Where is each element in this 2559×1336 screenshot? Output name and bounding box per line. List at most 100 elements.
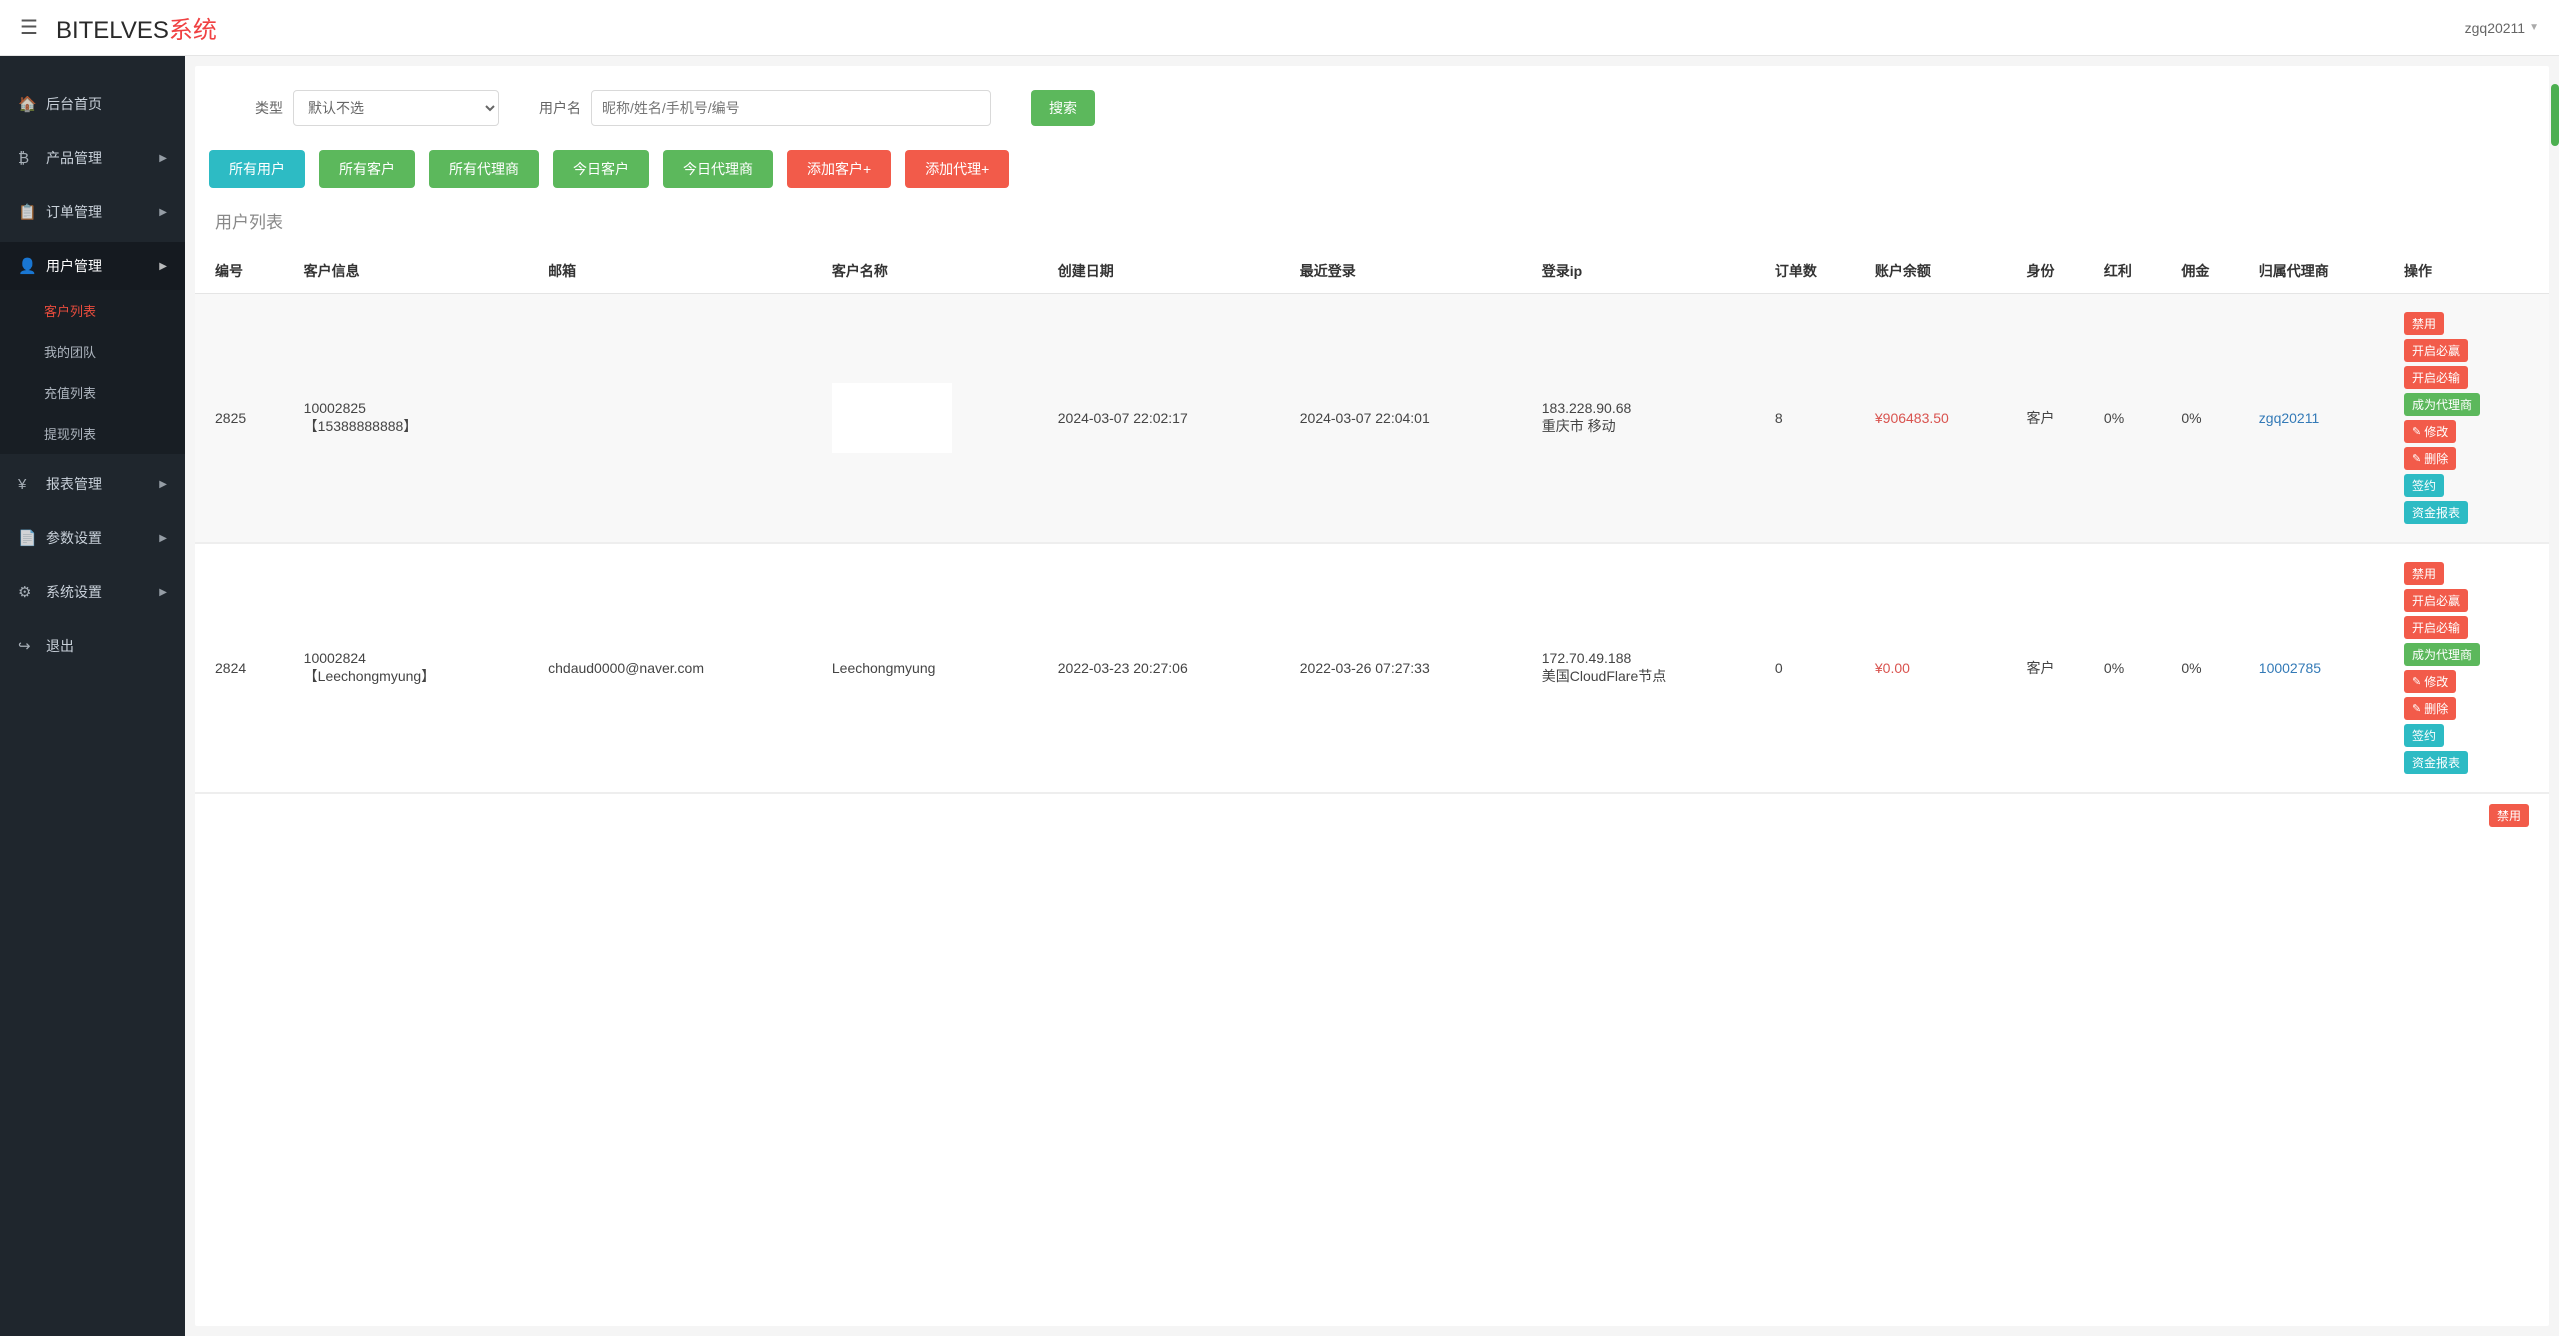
top-header: ☰ BITELVES系统 zgq20211 ▼ [0, 0, 2559, 56]
type-select[interactable]: 默认不选 [293, 90, 499, 126]
sidebar-sub-item[interactable]: 我的团队 [0, 331, 185, 372]
filter-bar: 类型 默认不选 用户名 搜索 [195, 90, 2549, 150]
role-cell: 客户 [2016, 294, 2093, 544]
sidebar-icon: ¥ [18, 476, 36, 493]
op-disable-button[interactable]: 禁用 [2404, 312, 2444, 335]
op-funds-report-button[interactable]: 资金报表 [2404, 751, 2468, 774]
chevron-right-icon: ▶ [159, 207, 167, 218]
pencil-icon: ✎ [2412, 675, 2421, 688]
table-row: 282410002824 【Leechongmyung】chdaud0000@n… [195, 543, 2549, 793]
sidebar-item[interactable]: ⚙ 系统设置 ▶ [0, 568, 185, 616]
sidebar-label: 报表管理 [46, 474, 102, 494]
balance-cell: ¥0.00 [1865, 543, 2017, 793]
role-cell: 客户 [2016, 543, 2093, 793]
sidebar-label: 用户管理 [46, 256, 102, 276]
all-agents-button[interactable]: 所有代理商 [429, 150, 539, 188]
th-email: 邮箱 [538, 249, 822, 294]
user-menu[interactable]: zgq20211 ▼ [2465, 20, 2539, 36]
sidebar-label: 系统设置 [46, 582, 102, 602]
table-cell: 2825 [195, 294, 294, 544]
op-sign-button[interactable]: 签约 [2404, 474, 2444, 497]
op-disable-button[interactable]: 禁用 [2404, 562, 2444, 585]
op-delete-button[interactable]: ✎ 删除 [2404, 447, 2456, 470]
th-login-ip: 登录ip [1532, 249, 1765, 294]
user-table: 编号 客户信息 邮箱 客户名称 创建日期 最近登录 登录ip 订单数 账户余额 … [195, 249, 2549, 794]
table-cell: 172.70.49.188 美国CloudFlare节点 [1532, 543, 1765, 793]
op-open-win-button[interactable]: 开启必赢 [2404, 589, 2468, 612]
sidebar-item[interactable]: ↪ 退出 [0, 622, 185, 670]
sidebar-sub-item[interactable]: 客户列表 [0, 290, 185, 331]
chevron-right-icon: ▶ [159, 587, 167, 598]
ops-cell: 禁用 开启必赢 开启必输 成为代理商 ✎ 修改 ✎ 删除 签约 资金报表 [2394, 294, 2549, 544]
chevron-right-icon: ▶ [159, 153, 167, 164]
sidebar-icon: 👤 [18, 257, 36, 275]
sidebar-icon: ↪ [18, 637, 36, 655]
sidebar-sub-item[interactable]: 充值列表 [0, 372, 185, 413]
sidebar-icon: 📄 [18, 529, 36, 547]
op-become-agent-button[interactable]: 成为代理商 [2404, 643, 2480, 666]
op-disable-button[interactable]: 禁用 [2489, 804, 2529, 827]
pencil-icon: ✎ [2412, 452, 2421, 465]
all-users-button[interactable]: 所有用户 [209, 150, 305, 188]
th-id: 编号 [195, 249, 294, 294]
sidebar-icon: ⚙ [18, 583, 36, 601]
sidebar-item[interactable]: ¥报表管理▶ [0, 460, 185, 508]
op-funds-report-button[interactable]: 资金报表 [2404, 501, 2468, 524]
op-open-lose-button[interactable]: 开启必输 [2404, 366, 2468, 389]
table-cell [538, 294, 822, 544]
op-delete-button[interactable]: ✎ 删除 [2404, 697, 2456, 720]
agent-link[interactable]: zgq20211 [2249, 294, 2394, 544]
sidebar-label: 后台首页 [46, 94, 102, 114]
sidebar-icon: 🏠 [18, 95, 36, 113]
add-agent-button[interactable]: 添加代理+ [905, 150, 1009, 188]
ops-cell: 禁用 开启必赢 开启必输 成为代理商 ✎ 修改 ✎ 删除 签约 资金报表 [2394, 543, 2549, 793]
username-label: 用户名 [539, 98, 581, 118]
username-input[interactable] [591, 90, 991, 126]
table-cell: 10002825 【15388888888】 [294, 294, 538, 544]
type-label: 类型 [255, 98, 283, 118]
op-become-agent-button[interactable]: 成为代理商 [2404, 393, 2480, 416]
table-cell: 0% [2171, 294, 2248, 544]
table-cell: chdaud0000@naver.com [538, 543, 822, 793]
panel-title: 用户列表 [195, 208, 2549, 249]
table-cell: 2824 [195, 543, 294, 793]
today-customers-button[interactable]: 今日客户 [553, 150, 649, 188]
sidebar-item[interactable]: ₿产品管理▶ [0, 134, 185, 182]
today-agents-button[interactable]: 今日代理商 [663, 150, 773, 188]
all-customers-button[interactable]: 所有客户 [319, 150, 415, 188]
brand-logo: BITELVES系统 [56, 10, 217, 45]
agent-link[interactable]: 10002785 [2249, 543, 2394, 793]
op-edit-button[interactable]: ✎ 修改 [2404, 420, 2456, 443]
op-edit-button[interactable]: ✎ 修改 [2404, 670, 2456, 693]
th-balance: 账户余额 [1865, 249, 2017, 294]
sidebar-item[interactable]: 👤 用户管理 ▶ [0, 242, 185, 290]
sidebar-label: 退出 [46, 636, 74, 656]
add-customer-button[interactable]: 添加客户+ [787, 150, 891, 188]
th-commission: 佣金 [2171, 249, 2248, 294]
table-cell: 183.228.90.68 重庆市 移动 [1532, 294, 1765, 544]
sidebar-item[interactable]: 🏠 后台首页 [0, 80, 185, 128]
scroll-indicator[interactable] [2551, 84, 2559, 146]
sidebar-item[interactable]: 📄参数设置▶ [0, 514, 185, 562]
sidebar-label: 产品管理 [46, 148, 102, 168]
sidebar-sub-item[interactable]: 提现列表 [0, 413, 185, 454]
op-open-lose-button[interactable]: 开启必输 [2404, 616, 2468, 639]
table-cell: 0 [1765, 543, 1865, 793]
table-cell: 0% [2094, 543, 2171, 793]
table-cell: 2024-03-07 22:04:01 [1290, 294, 1532, 544]
hamburger-icon[interactable]: ☰ [20, 15, 38, 40]
sidebar-item[interactable]: 📋订单管理▶ [0, 188, 185, 236]
th-last-login: 最近登录 [1290, 249, 1532, 294]
th-agent: 归属代理商 [2249, 249, 2394, 294]
table-cell: 0% [2171, 543, 2248, 793]
table-cell: 2024-03-07 22:02:17 [1048, 294, 1290, 544]
th-ops: 操作 [2394, 249, 2549, 294]
chevron-right-icon: ▶ [159, 261, 167, 272]
pencil-icon: ✎ [2412, 702, 2421, 715]
search-button[interactable]: 搜索 [1031, 90, 1095, 126]
table-cell: 2022-03-26 07:27:33 [1290, 543, 1532, 793]
th-role: 身份 [2016, 249, 2093, 294]
op-open-win-button[interactable]: 开启必赢 [2404, 339, 2468, 362]
chevron-down-icon: ▼ [2529, 22, 2539, 33]
op-sign-button[interactable]: 签约 [2404, 724, 2444, 747]
